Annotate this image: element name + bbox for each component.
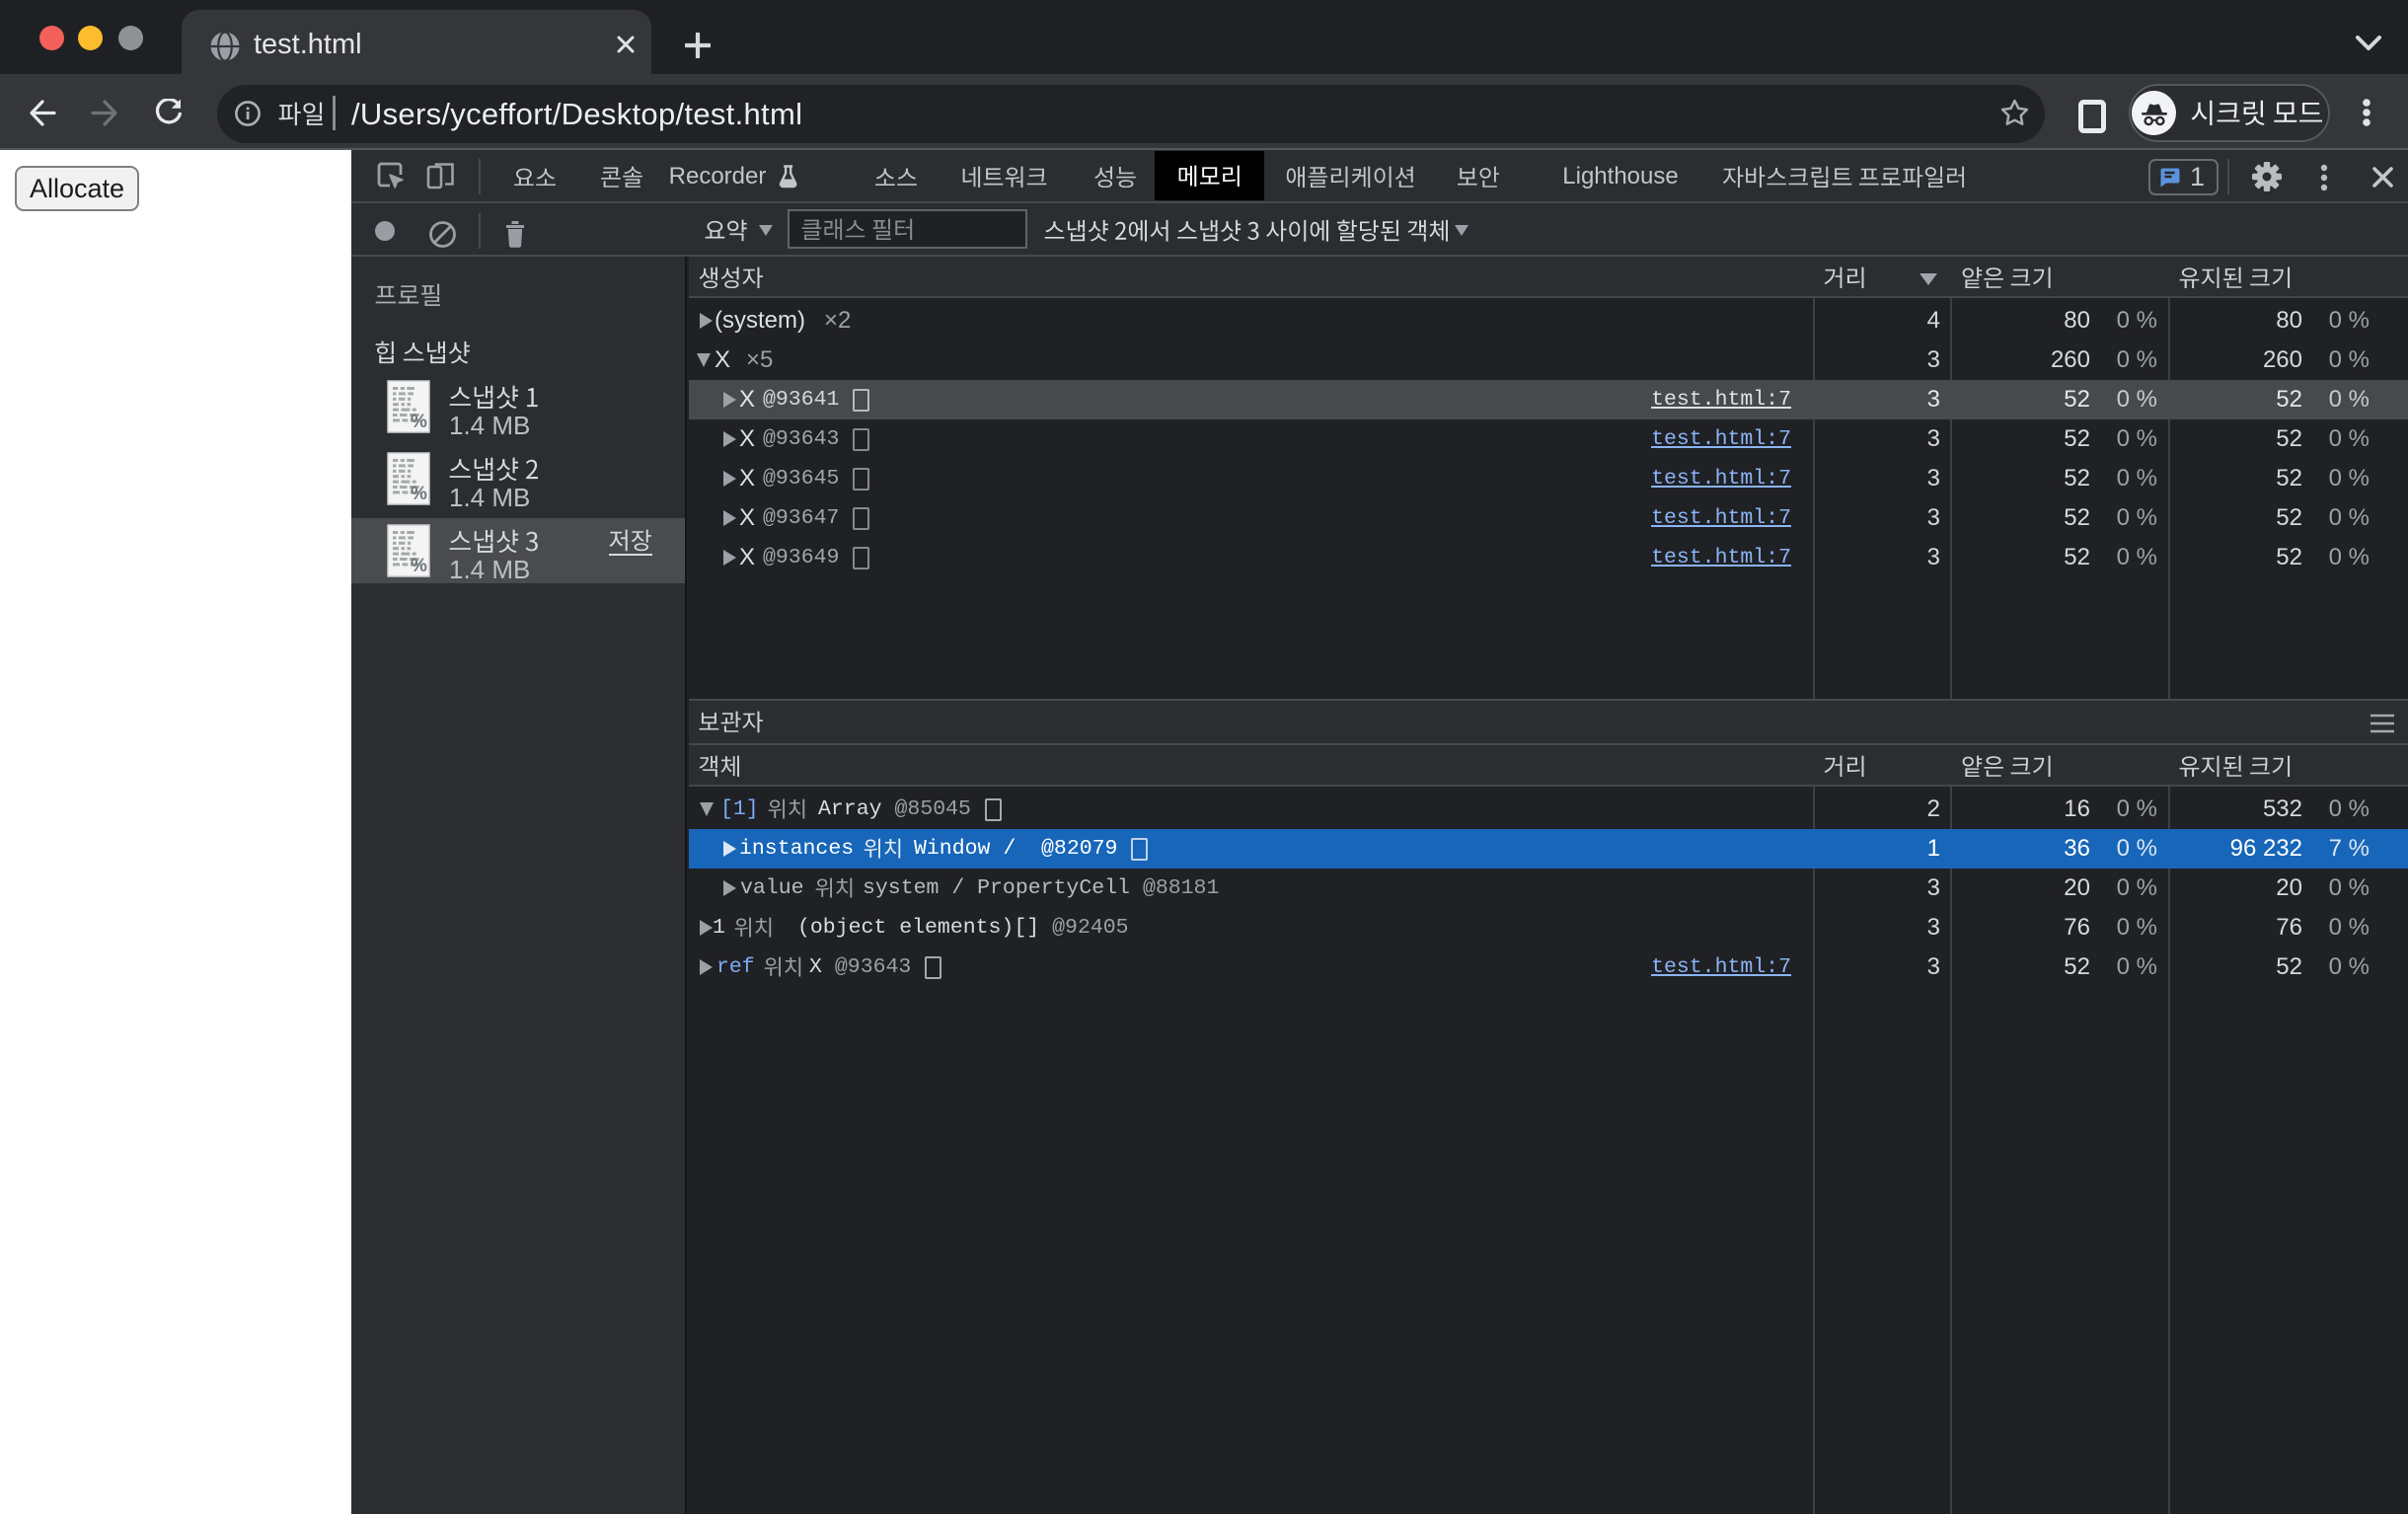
svg-text:%: % bbox=[411, 484, 427, 504]
svg-text:%: % bbox=[411, 412, 427, 432]
svg-text:%: % bbox=[411, 556, 427, 576]
